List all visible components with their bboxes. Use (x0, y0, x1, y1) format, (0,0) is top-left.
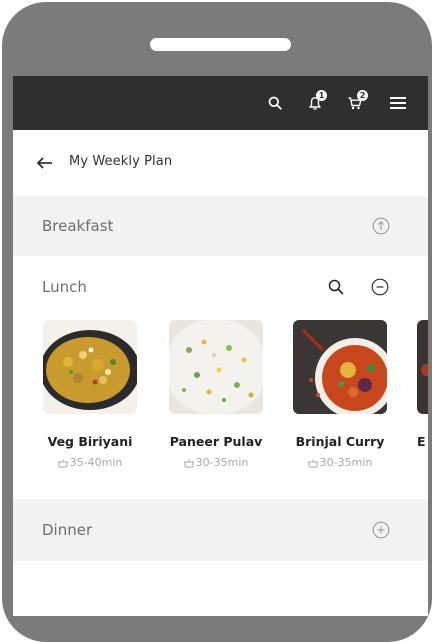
notification-count-badge: 1 (316, 90, 327, 101)
minus-circle-icon (371, 278, 389, 296)
cooking-pot-icon (307, 459, 318, 467)
cart-count-badge: 2 (357, 90, 368, 101)
lunch-search-button[interactable] (328, 279, 344, 299)
veg-biriyani-image (43, 320, 137, 414)
recipe-time-value: 30-35min (195, 456, 249, 469)
page-title: My Weekly Plan (69, 154, 173, 169)
search-icon (268, 96, 282, 110)
menu-icon (390, 97, 406, 109)
recipe-name: Paneer Pulav (169, 434, 263, 449)
breakfast-section[interactable]: Breakfast (13, 196, 428, 256)
breakfast-expand-button[interactable] (372, 217, 390, 239)
back-arrow-icon (36, 157, 52, 169)
top-app-bar: 1 2 (13, 76, 428, 130)
cooking-pot-icon (57, 459, 68, 467)
dinner-expand-button[interactable] (372, 521, 390, 543)
recipe-name: Brinjal Curry (295, 434, 385, 449)
recipe-time: 30-35min (283, 456, 397, 469)
notifications-button[interactable]: 1 (303, 76, 327, 130)
recipe-name: Veg Biriyani (47, 434, 133, 449)
menu-button[interactable] (387, 76, 409, 130)
dinner-section[interactable]: Dinner (13, 499, 428, 561)
lunch-label: Lunch (42, 278, 87, 296)
page-header: My Weekly Plan (13, 130, 428, 196)
dinner-label: Dinner (42, 521, 93, 539)
lunch-collapse-button[interactable] (371, 278, 389, 300)
cart-button[interactable]: 2 (342, 76, 368, 130)
recipe-time-value: 30-35min (319, 456, 373, 469)
speaker-slot (150, 38, 291, 51)
recipe-time: 35-40min (33, 456, 147, 469)
breakfast-label: Breakfast (42, 217, 114, 235)
cooking-pot-icon (183, 459, 194, 467)
search-icon (328, 279, 344, 295)
partial-recipe-image (417, 320, 428, 414)
paneer-pulav-image (169, 320, 263, 414)
app-screen: 1 2 My Weekly Plan Breakfast Lunch Veg B… (13, 76, 428, 616)
plus-circle-icon (372, 521, 390, 539)
brinjal-curry-image (293, 320, 387, 414)
phone-frame: 1 2 My Weekly Plan Breakfast Lunch Veg B… (2, 2, 432, 642)
search-button[interactable] (265, 76, 285, 130)
back-button[interactable] (35, 155, 57, 171)
arrow-up-circle-icon (372, 217, 390, 235)
recipe-name: E (417, 434, 426, 449)
recipe-time-value: 35-40min (69, 456, 123, 469)
recipe-time: 30-35min (159, 456, 273, 469)
